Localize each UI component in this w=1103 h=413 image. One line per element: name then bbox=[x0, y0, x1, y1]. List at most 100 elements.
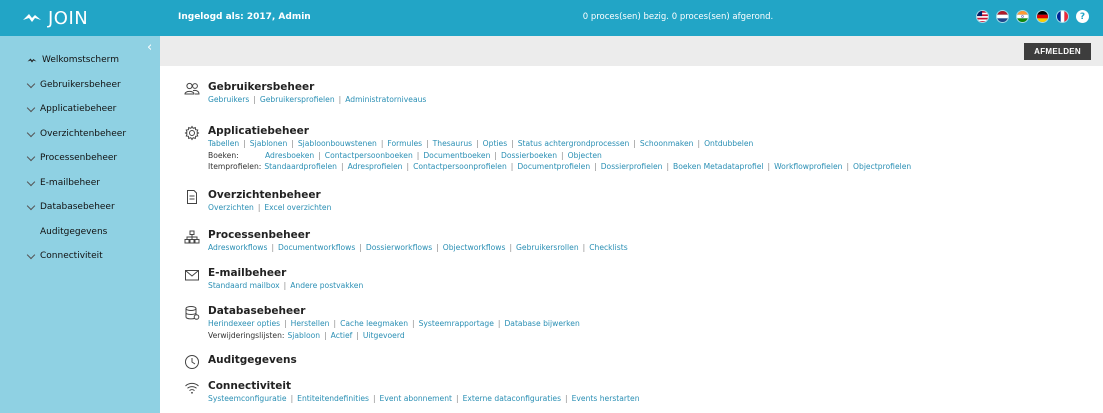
link-workflowprofielen[interactable]: Workflowprofielen bbox=[774, 162, 842, 171]
link-boeken-metadataprofiel[interactable]: Boeken Metadataprofiel bbox=[673, 162, 764, 171]
link-adresboeken[interactable]: Adresboeken bbox=[265, 151, 314, 160]
french-flag-icon[interactable] bbox=[1056, 10, 1069, 23]
link-dossierboeken[interactable]: Dossierboeken bbox=[501, 151, 557, 160]
logout-button[interactable]: AFMELDEN bbox=[1024, 43, 1091, 60]
link-externe-dataconfiguraties[interactable]: Externe dataconfiguraties bbox=[463, 394, 561, 403]
sidebar-item-emailbeheer[interactable]: E-mailbeheer bbox=[0, 171, 160, 196]
link-checklists[interactable]: Checklists bbox=[589, 243, 627, 252]
database-icon bbox=[185, 306, 200, 320]
link-excel-overzichten[interactable]: Excel overzichten bbox=[264, 203, 331, 212]
sidebar-item-label: Welkomstscherm bbox=[42, 55, 119, 66]
link-row: Herindexeer opties | Herstellen | Cache leeg… bbox=[208, 318, 1094, 330]
link-documentboeken[interactable]: Documentboeken bbox=[423, 151, 490, 160]
join-logo[interactable]: JOIN bbox=[22, 6, 88, 30]
dutch-flag-icon[interactable] bbox=[996, 10, 1009, 23]
sidebar-item-label: Auditgegevens bbox=[40, 226, 108, 237]
link-contactpersoonboeken[interactable]: Contactpersoonboeken bbox=[325, 151, 413, 160]
link-objectprofielen[interactable]: Objectprofielen bbox=[853, 162, 911, 171]
link-gebruikers[interactable]: Gebruikers bbox=[208, 95, 249, 104]
us-flag-icon[interactable] bbox=[976, 10, 989, 23]
link-schoonmaken[interactable]: Schoonmaken bbox=[640, 139, 694, 148]
verwijderingslijsten-row: Verwijderingslijsten: Sjabloon | Actief | Uit… bbox=[208, 330, 1094, 342]
section-title: Connectiviteit bbox=[208, 380, 292, 392]
link-thesaurus[interactable]: Thesaurus bbox=[433, 139, 472, 148]
sidebar-item-databasebeheer[interactable]: Databasebeheer bbox=[0, 195, 160, 220]
link-separator: | bbox=[456, 394, 459, 403]
sidebar-item-applicatiebeheer[interactable]: Applicatiebeheer bbox=[0, 97, 160, 122]
section-title[interactable]: Auditgegevens bbox=[208, 353, 1094, 367]
section-gebruikersbeheer: Gebruikersbeheer Gebruikers | Gebruikerspr… bbox=[184, 80, 1094, 124]
link-objectworkflows[interactable]: Objectworkflows bbox=[443, 243, 506, 252]
boeken-row: Boeken: Adresboeken | Contactpersoonboeken |… bbox=[208, 150, 1094, 162]
section-processenbeheer: Processenbeheer Adresworkflows | Documentw… bbox=[184, 228, 1094, 266]
logo-text: JOIN bbox=[48, 7, 89, 29]
link-dossierprofielen[interactable]: Dossierprofielen bbox=[601, 162, 663, 171]
sidebar-item-label: Overzichtenbeheer bbox=[40, 128, 127, 139]
link-sjablonen[interactable]: Sjablonen bbox=[250, 139, 287, 148]
link-entiteitendefinities[interactable]: Entiteitendefinities bbox=[297, 394, 369, 403]
sidebar-item-processenbeheer[interactable]: Processenbeheer bbox=[0, 146, 160, 171]
link-adresworkflows[interactable]: Adresworkflows bbox=[208, 243, 267, 252]
section-title: Databasebeheer bbox=[208, 305, 306, 317]
link-tabellen[interactable]: Tabellen bbox=[208, 139, 239, 148]
link-systeemrapportage[interactable]: Systeemrapportage bbox=[419, 319, 494, 328]
process-status: 0 proces(sen) bezig. 0 proces(sen) afger… bbox=[582, 12, 774, 22]
link-adresprofielen[interactable]: Adresprofielen bbox=[348, 162, 403, 171]
link-status-achtergrondprocessen[interactable]: Status achtergrondprocessen bbox=[518, 139, 630, 148]
link-overzichten[interactable]: Overzichten bbox=[208, 203, 254, 212]
link-standaardprofielen[interactable]: Standaardprofielen bbox=[264, 162, 337, 171]
link-separator: | bbox=[406, 162, 410, 171]
link-uitgevoerd[interactable]: Uitgevoerd bbox=[363, 331, 405, 340]
sidebar-item-welkomstscherm[interactable]: Welkomstscherm bbox=[0, 48, 160, 73]
top-bar: JOIN Ingelogd als: 2017, Admin 0 proces(… bbox=[0, 0, 1103, 36]
link-documentprofielen[interactable]: Documentprofielen bbox=[517, 162, 590, 171]
document-icon bbox=[187, 190, 197, 204]
birds-logo-icon bbox=[23, 14, 41, 22]
link-separator: | bbox=[436, 243, 439, 252]
link-separator: | bbox=[416, 150, 420, 160]
section-title: Overzichtenbeheer bbox=[208, 189, 321, 201]
link-dossierworkflows[interactable]: Dossierworkflows bbox=[366, 243, 432, 252]
link-sjabloonbouwstenen[interactable]: Sjabloonbouwstenen bbox=[298, 139, 377, 148]
sidebar-item-auditgegevens[interactable]: Auditgegevens bbox=[0, 220, 160, 245]
link-ontdubbelen[interactable]: Ontdubbelen bbox=[704, 139, 753, 148]
link-standaard-mailbox[interactable]: Standaard mailbox bbox=[208, 281, 280, 290]
link-systeemconfiguratie[interactable]: Systeemconfiguratie bbox=[208, 394, 287, 403]
help-icon[interactable]: ? bbox=[1076, 10, 1089, 23]
link-event-abonnement[interactable]: Event abonnement bbox=[380, 394, 452, 403]
link-herstellen[interactable]: Herstellen bbox=[291, 319, 330, 328]
link-documentworkflows[interactable]: Documentworkflows bbox=[278, 243, 355, 252]
link-separator: | bbox=[426, 139, 429, 148]
link-separator: | bbox=[324, 330, 327, 340]
link-andere-postvakken[interactable]: Andere postvakken bbox=[290, 281, 363, 290]
link-separator: | bbox=[318, 150, 321, 160]
german-flag-icon[interactable] bbox=[1036, 10, 1049, 23]
link-separator: | bbox=[697, 139, 701, 148]
link-opties[interactable]: Opties bbox=[483, 139, 508, 148]
sidebar-item-label: Databasebeheer bbox=[40, 202, 115, 213]
link-separator: | bbox=[338, 95, 342, 104]
link-gebruikersprofielen[interactable]: Gebruikersprofielen bbox=[260, 95, 335, 104]
hierarchy-icon bbox=[184, 230, 200, 244]
link-objecten[interactable]: Objecten bbox=[568, 151, 602, 160]
sidebar-item-overzichtenbeheer[interactable]: Overzichtenbeheer bbox=[0, 122, 160, 147]
link-row: Gebruikers | Gebruikersprofielen | Administr… bbox=[208, 94, 1094, 106]
link-cache-leegmaken[interactable]: Cache leegmaken bbox=[340, 319, 408, 328]
link-separator: | bbox=[565, 394, 568, 403]
link-administratorniveaus[interactable]: Administratorniveaus bbox=[345, 95, 426, 104]
link-actief[interactable]: Actief bbox=[331, 331, 353, 340]
link-database-bijwerken[interactable]: Database bijwerken bbox=[504, 319, 579, 328]
link-sjabloon[interactable]: Sjabloon bbox=[287, 331, 320, 340]
indian-flag-icon[interactable] bbox=[1016, 10, 1029, 23]
link-formules[interactable]: Formules bbox=[387, 139, 422, 148]
link-gebruikersrollen[interactable]: Gebruikersrollen bbox=[516, 243, 579, 252]
gear-icon bbox=[184, 125, 200, 141]
link-contactpersoonprofielen[interactable]: Contactpersoonprofielen bbox=[413, 162, 507, 171]
link-events-herstarten[interactable]: Events herstarten bbox=[572, 394, 640, 403]
sidebar-item-gebruikersbeheer[interactable]: Gebruikersbeheer bbox=[0, 73, 160, 98]
sidebar-nav: Welkomstscherm Gebruikersbeheer Applicat… bbox=[0, 48, 160, 269]
link-separator: | bbox=[767, 162, 771, 171]
sidebar-item-connectiviteit[interactable]: Connectiviteit bbox=[0, 244, 160, 269]
link-herindexeer-opties[interactable]: Herindexeer opties bbox=[208, 319, 280, 328]
sidebar-item-label: Processenbeheer bbox=[40, 153, 118, 164]
